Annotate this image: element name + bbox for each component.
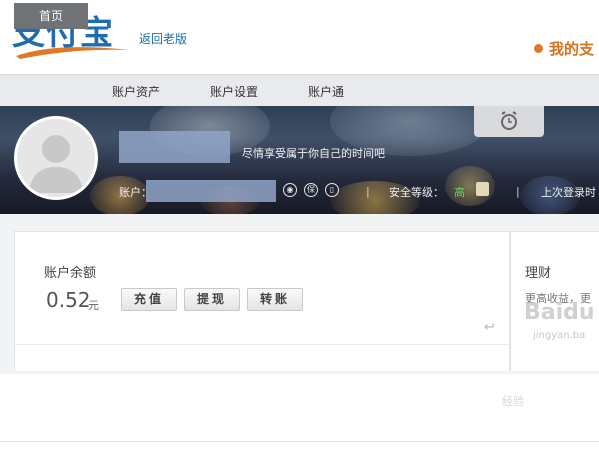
nav-item-account-settings[interactable]: 账户设置 [210,83,258,100]
my-alipay-title[interactable]: 我的支 [534,38,594,59]
alarm-clock-icon [501,111,517,130]
main-nav [0,74,599,107]
avatar[interactable] [14,116,98,200]
divider: | [516,185,520,198]
recharge-button[interactable]: 充值 [121,288,177,311]
username-redacted [119,131,230,163]
balance-amount: 0.52 [46,288,91,312]
mobile-bind-icon[interactable]: ▯ [325,183,339,197]
return-arrow-icon[interactable]: ↩ [484,320,495,335]
nav-item-home[interactable]: 首页 [14,3,88,29]
withdraw-button[interactable]: 提现 [184,288,240,311]
last-login-label: 上次登录时 [541,186,596,199]
security-shield-icon[interactable] [476,182,489,196]
security-level-value: 高 [454,186,465,199]
licai-title: 理财 [525,266,552,281]
default-user-icon [29,135,83,193]
transfer-button[interactable]: 转账 [247,288,303,311]
card-divider [15,344,509,345]
nav-item-account-assets[interactable]: 账户资产 [112,83,160,100]
balance-title: 账户余额 [44,266,97,281]
orange-dot-icon [534,44,543,53]
watermark-bottom: 经验 [502,395,524,408]
divider: | [366,185,370,198]
nav-item-account-link[interactable]: 账户通 [308,83,344,100]
certificate-icon[interactable]: 保 [304,183,318,197]
back-to-old-version-link[interactable]: 返回老版 [139,30,187,47]
security-level-label: 安全等级： [389,186,444,199]
identity-verify-icon[interactable]: ◉ [283,183,297,197]
account-redacted [146,180,276,202]
my-alipay-label: 我的支 [549,40,595,58]
bottom-rule [0,441,599,442]
baidu-watermark: Baidu [524,300,595,325]
nav-item-label: 首页 [38,9,63,23]
balance-unit: 元 [88,299,99,312]
watermark-url: jingyan.ba [533,330,586,341]
logo-swoosh-icon [16,47,130,59]
alarm-clock-button[interactable] [474,106,544,137]
profile-slogan: 尽情享受属于你自己的时间吧 [242,147,385,160]
